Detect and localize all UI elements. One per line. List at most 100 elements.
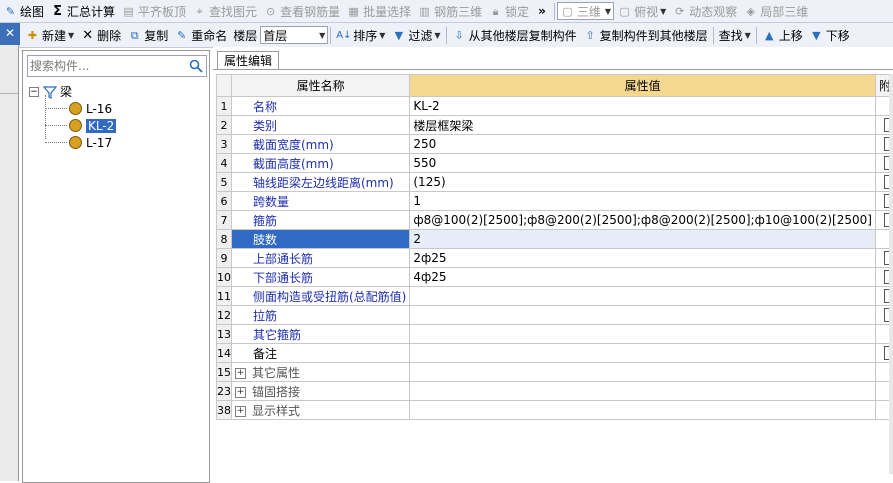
property-value[interactable]: 1 — [410, 192, 876, 211]
top-view-button[interactable]: ▢俯视▼ — [614, 1, 669, 21]
property-value[interactable] — [410, 306, 876, 325]
view-rebar-icon: ⊙ — [263, 4, 278, 19]
move-up-button[interactable]: ▲上移 — [759, 25, 806, 45]
property-value[interactable] — [410, 401, 876, 420]
table-row[interactable]: 11侧面构造或受扭筋(总配筋值) — [217, 287, 893, 306]
table-row[interactable]: 8肢数2 — [217, 230, 893, 249]
property-name[interactable]: 轴线距梁左边线距离(mm) — [232, 173, 410, 192]
expand-icon[interactable]: + — [235, 406, 246, 417]
property-name[interactable]: 侧面构造或受扭筋(总配筋值) — [232, 287, 410, 306]
row-number: 9 — [217, 249, 232, 268]
find-element-button[interactable]: ⌖查找图元 — [189, 1, 260, 21]
rename-button[interactable]: ✎重命名 — [171, 25, 230, 45]
property-name[interactable]: 名称 — [232, 97, 410, 116]
summary-button[interactable]: Σ汇总计算 — [47, 1, 118, 21]
search-button[interactable] — [186, 57, 206, 75]
property-value[interactable]: 550 — [410, 154, 876, 173]
toolbar-overflow-button[interactable]: » — [532, 1, 552, 21]
draw-button[interactable]: ✎绘图 — [0, 1, 47, 21]
table-row[interactable]: 7箍筋ф8@100(2)[2500];ф8@200(2)[2500];ф8@20… — [217, 211, 893, 230]
table-row[interactable]: 3截面宽度(mm)250 — [217, 135, 893, 154]
rebar-3d-button[interactable]: ▥钢筋三维 — [414, 1, 485, 21]
property-value[interactable]: (125) — [410, 173, 876, 192]
row-number: 13 — [217, 325, 232, 344]
table-row[interactable]: 2类别楼层框架梁 — [217, 116, 893, 135]
tree-item-l16[interactable]: L-16 — [29, 100, 116, 117]
property-value[interactable]: KL-2 — [410, 97, 876, 116]
property-name[interactable]: 肢数 — [232, 230, 410, 249]
new-button[interactable]: ✚新建▼ — [22, 25, 77, 45]
table-row[interactable]: 15+其它属性 — [217, 363, 893, 382]
property-name[interactable]: 跨数量 — [232, 192, 410, 211]
table-row[interactable]: 4截面高度(mm)550 — [217, 154, 893, 173]
table-row[interactable]: 13其它箍筋 — [217, 325, 893, 344]
table-row[interactable]: 14备注 — [217, 344, 893, 363]
tree-item-kl2[interactable]: KL-2 — [29, 117, 116, 134]
property-name[interactable]: 其它箍筋 — [232, 325, 410, 344]
flat-slab-button[interactable]: ▤平齐板顶 — [118, 1, 189, 21]
copy-button[interactable]: ⧉复制 — [124, 25, 171, 45]
table-row[interactable]: 9上部通长筋2ф25 — [217, 249, 893, 268]
property-value[interactable]: ф8@100(2)[2500];ф8@200(2)[2500];ф8@200(2… — [410, 211, 876, 230]
property-name[interactable]: 下部通长筋 — [232, 268, 410, 287]
table-row[interactable]: 1名称KL-2 — [217, 97, 893, 116]
property-value[interactable]: 4ф25 — [410, 268, 876, 287]
table-row[interactable]: 10下部通长筋4ф25 — [217, 268, 893, 287]
navigation-strip — [0, 45, 19, 481]
property-value[interactable]: 2ф25 — [410, 249, 876, 268]
move-down-button[interactable]: ▼下移 — [806, 25, 853, 45]
property-rows: 1名称KL-22类别楼层框架梁3截面宽度(mm)2504截面高度(mm)5505… — [217, 97, 893, 420]
expand-icon[interactable]: + — [235, 387, 246, 398]
property-name[interactable]: 备注 — [232, 344, 410, 363]
property-value[interactable] — [410, 363, 876, 382]
table-row[interactable]: 38+显示样式 — [217, 401, 893, 420]
find-button[interactable]: 查找▼ — [716, 25, 754, 45]
search-input[interactable] — [28, 58, 182, 74]
tree-item-l17[interactable]: L-17 — [29, 134, 116, 151]
scrollbar[interactable] — [889, 74, 893, 474]
tree-root-beam[interactable]: − 梁 — [29, 83, 116, 100]
expand-icon[interactable]: + — [235, 368, 246, 379]
dynamic-view-button[interactable]: ⟳动态观察 — [669, 1, 740, 21]
property-value[interactable] — [410, 287, 876, 306]
property-name[interactable]: +其它属性 — [232, 363, 410, 382]
floor-select[interactable]: 首层▼ — [260, 26, 328, 44]
tab-property-edit[interactable]: 属性编辑 — [217, 51, 279, 70]
property-name[interactable]: 类别 — [232, 116, 410, 135]
table-row[interactable]: 23+锚固搭接 — [217, 382, 893, 401]
property-name[interactable]: 截面宽度(mm) — [232, 135, 410, 154]
property-name[interactable]: 上部通长筋 — [232, 249, 410, 268]
property-value[interactable] — [410, 325, 876, 344]
sort-button[interactable]: A↓排序▼ — [333, 25, 388, 45]
property-value[interactable] — [410, 344, 876, 363]
property-name[interactable]: +锚固搭接 — [232, 382, 410, 401]
table-row[interactable]: 6跨数量1 — [217, 192, 893, 211]
property-value[interactable]: 250 — [410, 135, 876, 154]
view-mode-select[interactable]: ▢三维▼ — [557, 2, 614, 20]
copy-from-other-floor-button[interactable]: ⇩从其他楼层复制构件 — [449, 25, 580, 45]
header-index — [217, 75, 232, 97]
close-panel-button[interactable]: ✕ — [0, 23, 20, 45]
view-rebar-button[interactable]: ⊙查看钢筋量 — [260, 1, 343, 21]
tree-guide — [45, 125, 67, 126]
property-name[interactable]: +显示样式 — [232, 401, 410, 420]
property-value[interactable]: 2 — [410, 230, 876, 249]
table-row[interactable]: 12拉筋 — [217, 306, 893, 325]
floor-label: 楼层 — [230, 25, 260, 45]
property-name[interactable]: 箍筋 — [232, 211, 410, 230]
property-value[interactable]: 楼层框架梁 — [410, 116, 876, 135]
arrow-down-icon: ▼ — [809, 28, 824, 43]
delete-button[interactable]: ✕删除 — [77, 25, 124, 45]
collapse-icon[interactable]: − — [29, 87, 39, 97]
property-value[interactable] — [410, 382, 876, 401]
sigma-icon: Σ — [50, 4, 65, 19]
lock-button[interactable]: 🔒︎锁定 — [485, 1, 532, 21]
property-name[interactable]: 拉筋 — [232, 306, 410, 325]
filter-button[interactable]: ▼过滤▼ — [388, 25, 443, 45]
row-number: 23 — [217, 382, 232, 401]
table-row[interactable]: 5轴线距梁左边线距离(mm)(125) — [217, 173, 893, 192]
property-name[interactable]: 截面高度(mm) — [232, 154, 410, 173]
batch-select-button[interactable]: ▦批量选择 — [343, 1, 414, 21]
copy-to-other-floor-button[interactable]: ⇧复制构件到其他楼层 — [580, 25, 711, 45]
partial-3d-button[interactable]: ◈局部三维 — [740, 1, 811, 21]
